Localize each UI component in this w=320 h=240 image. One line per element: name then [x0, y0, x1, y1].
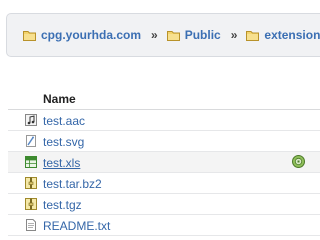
breadcrumb-item-extensions[interactable]: extensions: [246, 28, 320, 42]
file-link[interactable]: test.svg: [43, 135, 84, 149]
vector-file-icon: [26, 135, 36, 147]
breadcrumb-separator: »: [230, 28, 238, 42]
file-row[interactable]: test.tar.bz2: [8, 173, 320, 194]
breadcrumb-link[interactable]: extensions: [264, 28, 320, 42]
file-row[interactable]: test.xls: [8, 152, 320, 173]
spreadsheet-file-icon: [25, 156, 37, 168]
folder-icon: [23, 30, 36, 41]
file-link[interactable]: test.tar.bz2: [43, 177, 102, 191]
text-file-icon: [26, 219, 36, 231]
breadcrumb-link[interactable]: cpg.yourhda.com: [41, 28, 141, 42]
audio-file-icon: [25, 114, 37, 126]
file-list: test.aac test.svg test.xls test.tar.bz2: [8, 110, 320, 236]
breadcrumb-link[interactable]: Public: [185, 28, 221, 42]
file-row[interactable]: test.aac: [8, 110, 320, 131]
file-row[interactable]: test.svg: [8, 131, 320, 152]
breadcrumb-item-root[interactable]: cpg.yourhda.com: [23, 28, 141, 42]
folder-icon: [246, 30, 260, 41]
file-link[interactable]: README.txt: [43, 219, 110, 233]
file-link[interactable]: test.xls: [43, 156, 80, 170]
column-header-name[interactable]: Name: [43, 92, 76, 106]
archive-file-icon: [25, 198, 37, 210]
file-link[interactable]: test.tgz: [43, 198, 82, 212]
folder-icon: [166, 30, 180, 41]
breadcrumb-separator: »: [151, 28, 158, 42]
file-row[interactable]: test.tgz: [8, 194, 320, 215]
file-row[interactable]: README.txt: [8, 215, 320, 236]
action-icon[interactable]: [292, 155, 305, 168]
breadcrumb-item-public[interactable]: Public: [166, 28, 221, 42]
breadcrumb: cpg.yourhda.com » Public » extensions: [6, 13, 320, 57]
archive-file-icon: [25, 177, 37, 189]
file-link[interactable]: test.aac: [43, 114, 85, 128]
